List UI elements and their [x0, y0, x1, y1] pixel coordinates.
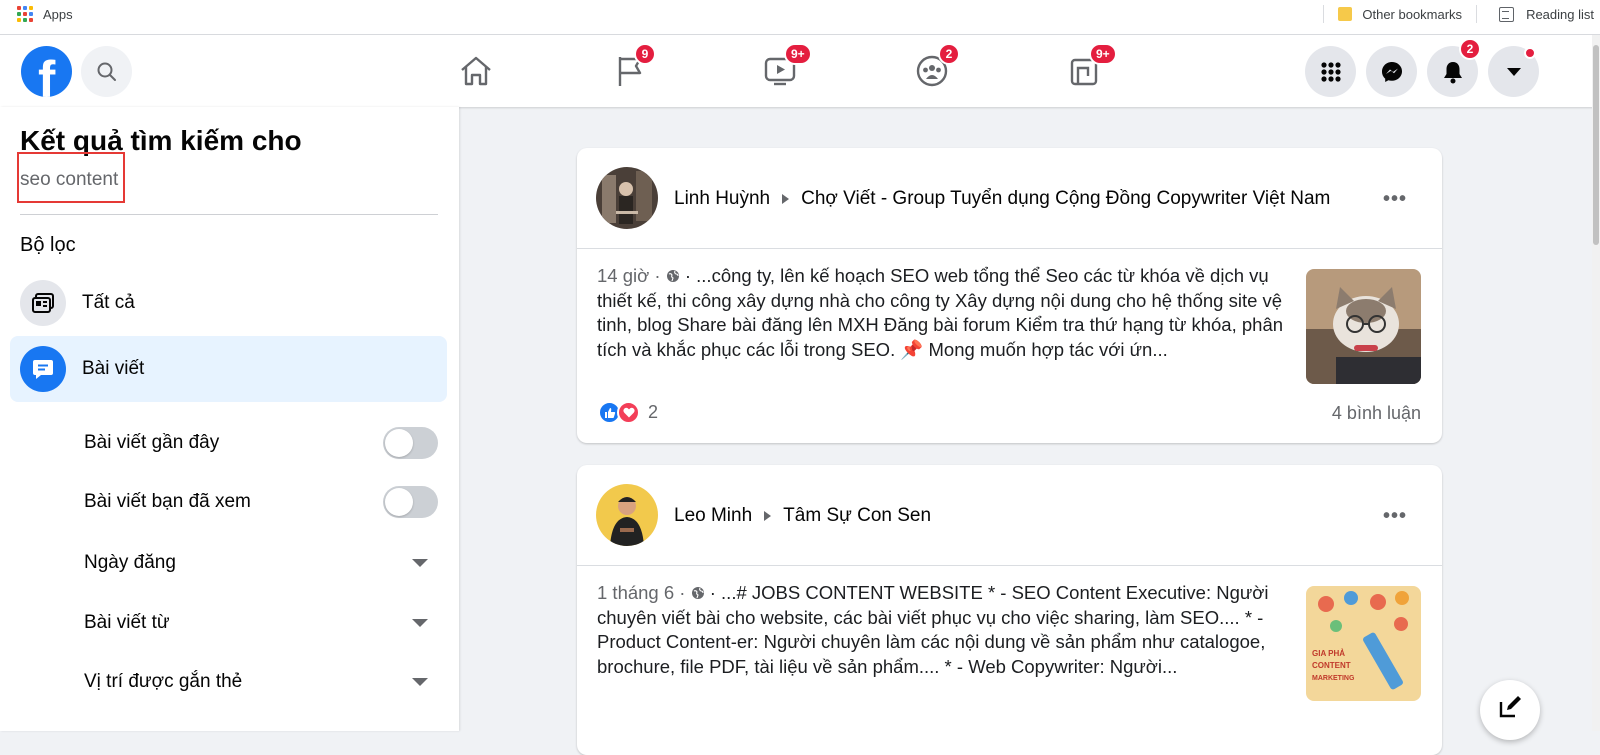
gaming-badge: 9+ [1089, 43, 1117, 65]
filter-seen-posts: Bài viết bạn đã xem [84, 484, 438, 520]
thumbnail-caption-1: GIA PHẢ [1312, 649, 1345, 658]
post-thumbnail[interactable]: GIA PHẢ CONTENT MARKETING [1306, 586, 1421, 701]
filter-recent-posts: Bài viết gần đây [84, 425, 438, 461]
bookmark-separator [1323, 5, 1325, 23]
arrow-right-icon [782, 194, 790, 204]
filter-heading: Bộ lọc [20, 234, 76, 256]
notifications-badge: 2 [1459, 38, 1481, 60]
post-header: Linh Huỳnh Chợ Viết - Group Tuyển dụng C… [577, 148, 1442, 249]
caret-down-icon [412, 559, 428, 567]
filter-posted-by-label: Bài viết từ [84, 612, 170, 633]
post-group[interactable]: Tâm Sự Con Sen [783, 505, 931, 527]
home-icon [461, 56, 491, 86]
filter-posted-by[interactable]: Bài viết từ [84, 605, 438, 641]
facebook-logo[interactable]: f [21, 46, 72, 97]
messenger-button[interactable] [1366, 46, 1417, 97]
post-header: Leo Minh Tâm Sự Con Sen ••• [577, 465, 1442, 566]
messenger-icon [1381, 61, 1402, 82]
arrow-right-icon [764, 511, 772, 521]
post-timestamp[interactable]: 1 tháng 6 · [597, 582, 691, 603]
filter-tagged-location[interactable]: Vị trí được gắn thẻ [84, 664, 438, 700]
nav-pages[interactable]: 9 [612, 43, 656, 89]
nav-gaming[interactable]: 9+ [1067, 43, 1117, 89]
nav-groups[interactable]: 2 [914, 43, 960, 89]
apps-shortcut[interactable]: Apps [17, 6, 73, 22]
caret-down-icon [412, 619, 428, 627]
page-scrollbar[interactable] [1592, 35, 1600, 731]
search-button[interactable] [81, 46, 132, 97]
top-navigation: f 9 9+ 2 9+ 2 [0, 35, 1600, 107]
menu-grid-icon [1320, 61, 1341, 82]
reading-list[interactable]: Reading list [1477, 6, 1600, 22]
post-snippet: · ...công ty, lên kế hoạch SEO web tổng … [597, 265, 1284, 360]
chevron-down-icon [1506, 67, 1521, 76]
bell-icon [1443, 61, 1462, 83]
apps-label: Apps [43, 6, 73, 22]
filter-date-posted[interactable]: Ngày đăng [84, 545, 438, 581]
avatar[interactable] [596, 484, 658, 546]
recent-posts-toggle[interactable] [383, 427, 438, 459]
sidebar-divider [20, 214, 438, 215]
thumbnail-caption-2: CONTENT [1312, 661, 1351, 670]
query-highlight-box [17, 152, 125, 203]
filter-posts-label: Bài viết [82, 358, 145, 379]
account-button[interactable] [1488, 46, 1539, 97]
post-card: Linh Huỳnh Chợ Viết - Group Tuyển dụng C… [577, 148, 1442, 443]
filter-posts[interactable]: Bài viết [10, 336, 447, 402]
post-title: Linh Huỳnh Chợ Viết - Group Tuyển dụng C… [674, 188, 1330, 210]
globe-icon [666, 270, 679, 282]
post-icon [20, 346, 66, 392]
globe-icon [691, 587, 704, 599]
scrollbar-thumb[interactable] [1593, 45, 1599, 245]
filter-all[interactable]: Tất cả [10, 270, 447, 336]
filter-seen-posts-label: Bài viết bạn đã xem [84, 491, 251, 512]
nav-home[interactable] [458, 53, 494, 89]
filter-recent-posts-label: Bài viết gần đây [84, 432, 220, 453]
reading-list-icon [1499, 6, 1515, 22]
thumbnail-caption-3: MARKETING [1312, 675, 1355, 682]
apps-grid-icon [17, 6, 33, 22]
post-title: Leo Minh Tâm Sự Con Sen [674, 505, 931, 527]
filter-all-label: Tất cả [82, 292, 135, 313]
menu-button[interactable] [1305, 46, 1356, 97]
watch-badge: 9+ [784, 43, 812, 65]
search-icon [97, 62, 116, 81]
feed-icon [20, 280, 66, 326]
post-author[interactable]: Leo Minh [674, 505, 752, 527]
seen-posts-toggle[interactable] [383, 486, 438, 518]
filter-date-posted-label: Ngày đăng [84, 552, 176, 573]
post-body[interactable]: 14 giờ · · ...công ty, lên kế hoạch SEO … [597, 264, 1287, 362]
more-options-button[interactable]: ••• [1383, 505, 1407, 528]
comment-count[interactable]: 4 bình luận [1332, 403, 1421, 424]
other-bookmarks-label: Other bookmarks [1362, 6, 1463, 22]
post-author[interactable]: Linh Huỳnh [674, 188, 770, 210]
pages-badge: 9 [634, 43, 656, 65]
nav-watch[interactable]: 9+ [762, 43, 812, 89]
notifications-button[interactable]: 2 [1427, 38, 1481, 97]
caret-down-icon [412, 678, 428, 686]
love-icon [617, 401, 640, 424]
account-alert-dot [1524, 47, 1536, 59]
new-message-button[interactable] [1480, 680, 1540, 740]
groups-badge: 2 [938, 43, 960, 65]
folder-icon [1338, 7, 1353, 21]
bookmarks-bar: Apps Other bookmarks Reading list [0, 0, 1600, 35]
more-options-button[interactable]: ••• [1383, 188, 1407, 211]
filter-tagged-location-label: Vị trí được gắn thẻ [84, 671, 243, 692]
reactions[interactable]: 2 [598, 401, 658, 424]
post-body[interactable]: 1 tháng 6 · · ...# JOBS CONTENT WEBSITE … [597, 581, 1287, 679]
other-bookmarks[interactable]: Other bookmarks [1338, 7, 1462, 22]
reaction-count: 2 [648, 402, 659, 422]
post-card: Leo Minh Tâm Sự Con Sen ••• 1 tháng 6 · … [577, 465, 1442, 755]
avatar[interactable] [596, 167, 658, 229]
post-group[interactable]: Chợ Viết - Group Tuyển dụng Cộng Đồng Co… [801, 188, 1330, 210]
compose-icon [1499, 696, 1521, 718]
reading-list-label: Reading list [1526, 6, 1594, 22]
post-timestamp[interactable]: 14 giờ · [597, 265, 666, 286]
post-thumbnail[interactable] [1306, 269, 1421, 384]
